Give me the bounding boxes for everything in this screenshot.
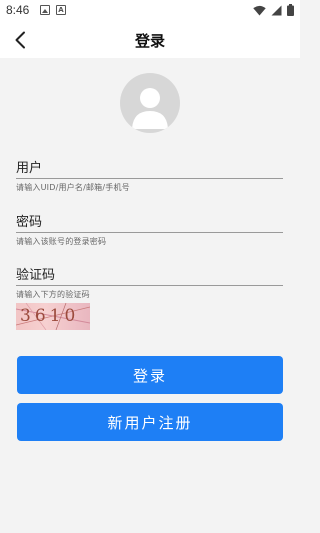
battery-icon xyxy=(287,4,294,16)
wifi-icon xyxy=(253,5,266,15)
captcha-field-hint: 请输入下方的验证码 xyxy=(16,290,90,299)
user-input[interactable] xyxy=(16,161,283,179)
status-bar: 8:46 A xyxy=(0,0,300,22)
password-field-hint: 请输入该账号的登录密码 xyxy=(16,237,107,246)
register-button[interactable]: 新用户注册 xyxy=(17,403,283,441)
page-title: 登录 xyxy=(134,32,165,50)
user-field-hint: 请输入UID/用户名/邮箱/手机号 xyxy=(16,183,130,192)
status-right-icons xyxy=(253,4,294,16)
captcha-field[interactable]: 验证码 请输入下方的验证码 xyxy=(16,268,283,300)
status-left-icons: A xyxy=(40,5,66,15)
status-time: 8:46 xyxy=(6,3,30,17)
captcha-input[interactable] xyxy=(16,268,283,286)
login-button[interactable]: 登录 xyxy=(17,356,283,394)
signal-icon xyxy=(271,5,282,15)
password-input[interactable] xyxy=(16,215,283,233)
avatar xyxy=(120,73,180,133)
user-field[interactable]: 用户 请输入UID/用户名/邮箱/手机号 xyxy=(16,161,283,193)
user-silhouette-icon xyxy=(132,88,168,129)
a-icon: A xyxy=(56,5,66,15)
image-icon xyxy=(40,5,50,15)
password-field[interactable]: 密码 请输入该账号的登录密码 xyxy=(16,215,283,247)
app-header: 登录 xyxy=(0,22,300,58)
captcha-image[interactable]: 3610 xyxy=(16,303,90,330)
captcha-text: 3610 xyxy=(20,306,80,326)
